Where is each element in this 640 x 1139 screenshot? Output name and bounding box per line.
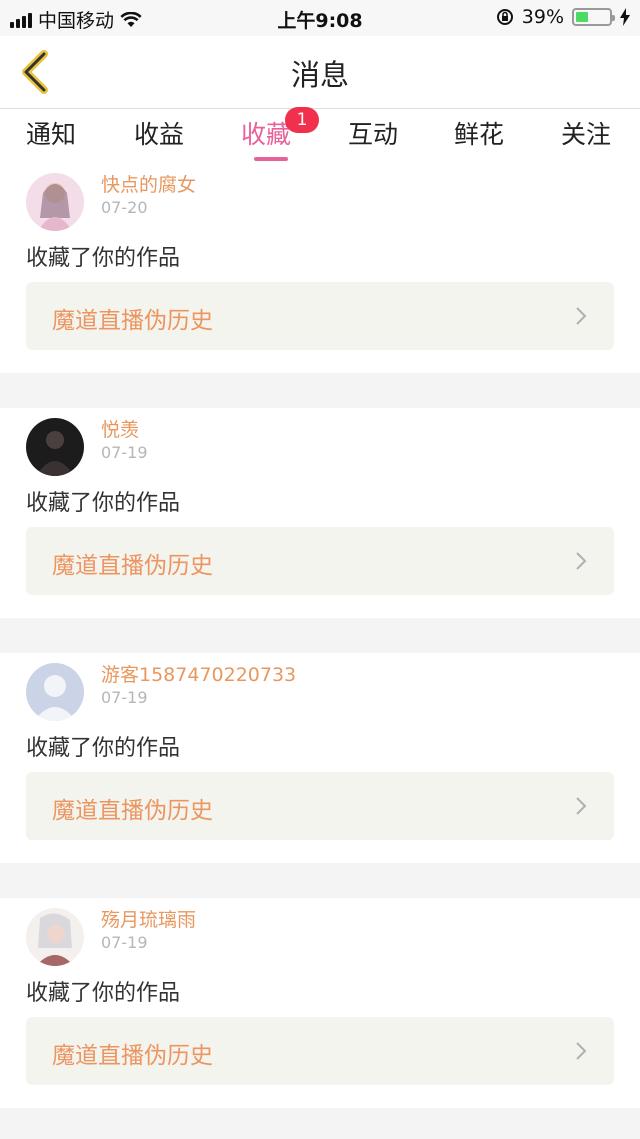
username[interactable]: 悦羡 — [101, 415, 139, 442]
work-title: 魔道直播伪历史 — [52, 308, 213, 334]
tab-follows[interactable]: 关注 — [561, 115, 611, 151]
avatar[interactable] — [26, 418, 84, 476]
work-link[interactable]: 魔道直播伪历史 — [26, 527, 614, 595]
work-title: 魔道直播伪历史 — [52, 1043, 213, 1069]
tab-label: 鲜花 — [454, 120, 505, 149]
tab-label: 互动 — [348, 120, 399, 149]
tab-interactions[interactable]: 互动 — [348, 115, 398, 151]
tab-favorites[interactable]: 收藏 1 — [241, 107, 319, 161]
date: 07-19 — [101, 933, 148, 952]
battery-percent: 39% — [521, 6, 564, 28]
action-text: 收藏了你的作品 — [26, 736, 181, 761]
list-item: 殇月琉璃雨 07-19 收藏了你的作品 魔道直播伪历史 — [0, 898, 640, 1108]
action-text: 收藏了你的作品 — [26, 491, 181, 516]
work-link[interactable]: 魔道直播伪历史 — [26, 1017, 614, 1085]
nav-bar: 消息 — [0, 36, 640, 109]
tab-label: 通知 — [26, 120, 77, 149]
username[interactable]: 游客1587470220733 — [101, 660, 296, 687]
rotation-lock-icon — [496, 9, 513, 25]
list-item: 悦羡 07-19 收藏了你的作品 魔道直播伪历史 — [0, 408, 640, 618]
username[interactable]: 殇月琉璃雨 — [101, 905, 196, 932]
tab-label: 收藏 — [241, 120, 292, 149]
status-bar: 中国移动 上午9:08 39% — [0, 0, 640, 36]
work-title: 魔道直播伪历史 — [52, 798, 213, 824]
username[interactable]: 快点的腐女 — [101, 170, 196, 197]
date: 07-20 — [101, 198, 148, 217]
unread-badge: 1 — [285, 107, 319, 133]
tab-notifications[interactable]: 通知 — [26, 115, 76, 151]
tab-earnings[interactable]: 收益 — [134, 115, 184, 151]
work-link[interactable]: 魔道直播伪历史 — [26, 282, 614, 350]
avatar[interactable] — [26, 663, 84, 721]
page-title: 消息 — [290, 58, 349, 92]
avatar[interactable] — [26, 173, 84, 231]
chevron-right-icon — [576, 552, 587, 570]
chevron-right-icon — [576, 307, 587, 325]
action-text: 收藏了你的作品 — [26, 981, 181, 1006]
work-title: 魔道直播伪历史 — [52, 553, 213, 579]
list-item: 游客1587470220733 07-19 收藏了你的作品 魔道直播伪历史 — [0, 653, 640, 863]
charging-icon — [620, 8, 630, 26]
tab-flowers[interactable]: 鲜花 — [454, 115, 504, 151]
tab-bar: 通知 收益 收藏 1 互动 鲜花 关注 — [0, 107, 640, 163]
tab-label: 关注 — [561, 120, 612, 149]
list-item: 快点的腐女 07-20 收藏了你的作品 魔道直播伪历史 — [0, 163, 640, 373]
work-link[interactable]: 魔道直播伪历史 — [26, 772, 614, 840]
action-text: 收藏了你的作品 — [26, 246, 181, 271]
active-tab-indicator — [254, 157, 288, 161]
tab-label: 收益 — [134, 120, 185, 149]
chevron-right-icon — [576, 1042, 587, 1060]
date: 07-19 — [101, 443, 148, 462]
battery-icon — [572, 8, 615, 26]
avatar[interactable] — [26, 908, 84, 966]
chevron-right-icon — [576, 797, 587, 815]
date: 07-19 — [101, 688, 148, 707]
